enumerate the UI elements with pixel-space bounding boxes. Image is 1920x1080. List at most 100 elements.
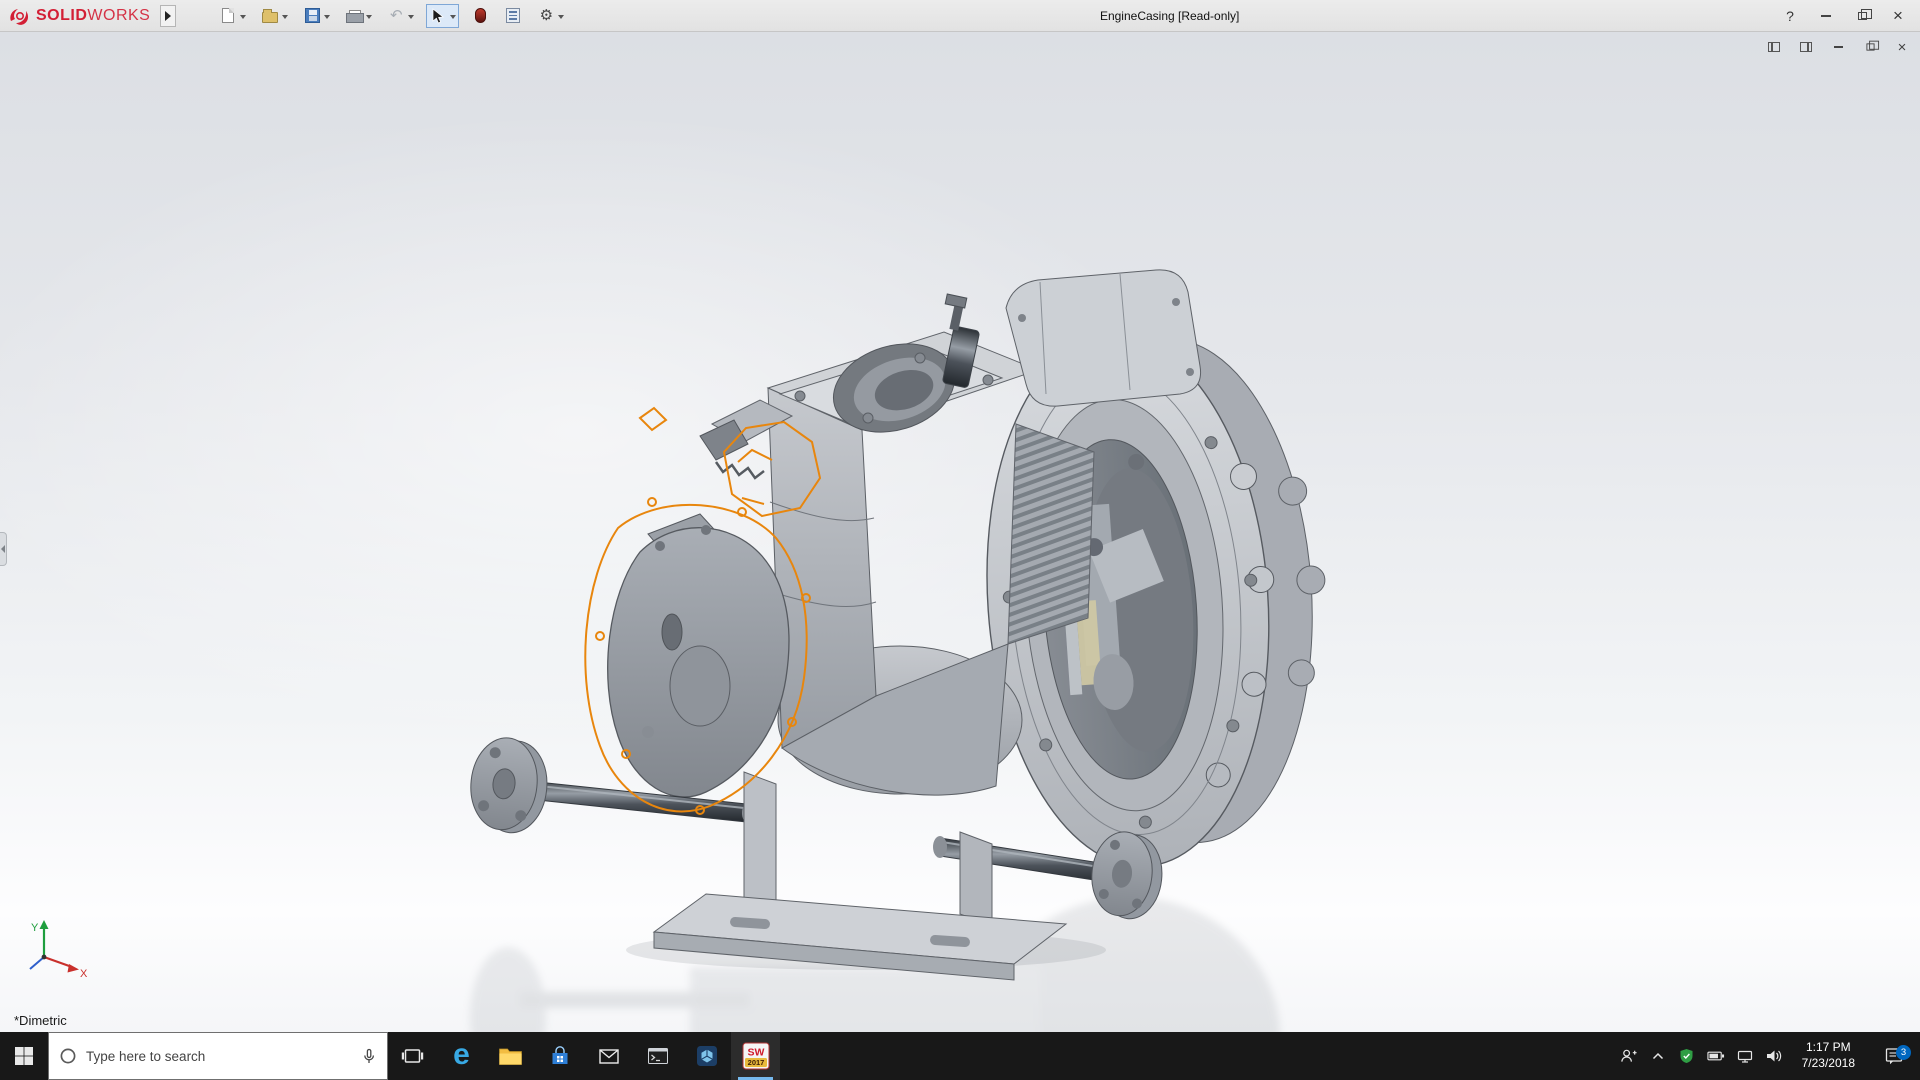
open-button[interactable] xyxy=(258,4,291,28)
network-icon xyxy=(1736,1049,1754,1064)
chevron-down-icon[interactable] xyxy=(324,15,330,19)
edrawings-button[interactable] xyxy=(682,1032,731,1080)
close-icon: × xyxy=(1898,40,1907,55)
system-tray: 1:17 PM 7/23/2018 3 xyxy=(1614,1032,1920,1080)
cooling-fins[interactable] xyxy=(1008,424,1094,644)
undo-button[interactable]: ↶ xyxy=(384,4,417,28)
file-properties-icon xyxy=(504,7,522,25)
taskbar: e xyxy=(0,1032,1920,1080)
new-document-icon xyxy=(219,7,237,25)
doc-minimize-button[interactable] xyxy=(1830,40,1846,54)
edge-icon: e xyxy=(453,1040,470,1070)
featuremanager-collapse-handle[interactable] xyxy=(0,532,7,566)
close-button[interactable]: × xyxy=(1880,1,1916,31)
chevron-down-icon[interactable] xyxy=(240,15,246,19)
store-button[interactable] xyxy=(535,1032,584,1080)
edge-button[interactable]: e xyxy=(437,1032,486,1080)
restore-icon xyxy=(1858,12,1867,20)
window-title: EngineCasing [Read-only] xyxy=(567,9,1772,23)
chevron-down-icon[interactable] xyxy=(450,15,456,19)
open-folder-icon xyxy=(261,7,279,25)
notification-badge: 3 xyxy=(1896,1045,1911,1060)
rebuild-button[interactable] xyxy=(468,4,492,28)
save-button[interactable] xyxy=(300,4,333,28)
mail-icon xyxy=(597,1045,621,1067)
save-icon xyxy=(303,7,321,25)
command-prompt-button[interactable] xyxy=(633,1032,682,1080)
minimize-button[interactable] xyxy=(1808,1,1844,31)
store-icon xyxy=(549,1045,571,1067)
select-tool-button[interactable] xyxy=(426,4,459,28)
view-orientation-label: *Dimetric xyxy=(14,1013,67,1028)
undo-icon: ↶ xyxy=(387,7,405,25)
battery-button[interactable] xyxy=(1707,1047,1725,1065)
clock-time: 1:17 PM xyxy=(1806,1040,1851,1056)
solidworks-icon-text: SW xyxy=(747,1047,764,1059)
quick-access-toolbar: ↶ ⚙ xyxy=(216,4,567,28)
windows-logo-icon xyxy=(14,1046,34,1066)
task-view-button[interactable] xyxy=(388,1032,437,1080)
solidworks-wordmark: SOLIDWORKS xyxy=(36,7,150,25)
taskbar-clock[interactable]: 1:17 PM 7/23/2018 xyxy=(1794,1040,1863,1071)
rear-cover[interactable] xyxy=(1006,270,1201,406)
window-controls: ? × xyxy=(1772,1,1916,31)
doc-restore-button[interactable] xyxy=(1862,40,1878,54)
desktop: SOLIDWORKS ↶ xyxy=(0,0,1920,1080)
chevron-down-icon[interactable] xyxy=(282,15,288,19)
people-icon xyxy=(1620,1047,1638,1065)
battery-icon xyxy=(1707,1049,1725,1063)
triad-y-label: Y xyxy=(31,922,39,934)
chevron-down-icon[interactable] xyxy=(408,15,414,19)
side-cover-plate[interactable] xyxy=(608,514,789,797)
help-button[interactable]: ? xyxy=(1772,1,1808,31)
volume-button[interactable] xyxy=(1765,1047,1783,1065)
search-input[interactable] xyxy=(86,1049,352,1064)
rebuild-icon xyxy=(471,7,489,25)
file-explorer-button[interactable] xyxy=(486,1032,535,1080)
chevron-down-icon[interactable] xyxy=(366,15,372,19)
volume-icon xyxy=(1765,1048,1783,1064)
right-pane-button[interactable] xyxy=(1798,40,1814,54)
restore-button[interactable] xyxy=(1844,1,1880,31)
cortana-icon xyxy=(59,1047,77,1065)
collapse-arrow-icon xyxy=(1,545,5,553)
taskbar-empty-area xyxy=(780,1032,1614,1080)
chevron-down-icon[interactable] xyxy=(558,15,564,19)
print-icon xyxy=(345,7,363,25)
solidworks-logo[interactable]: SOLIDWORKS xyxy=(8,6,150,26)
solidworks-taskbar-button[interactable]: SW 2017 xyxy=(731,1032,780,1080)
new-document-button[interactable] xyxy=(216,4,249,28)
left-pane-button[interactable] xyxy=(1766,40,1782,54)
menu-flyout-button[interactable] xyxy=(160,5,176,27)
start-button[interactable] xyxy=(0,1032,48,1080)
shield-icon xyxy=(1679,1048,1694,1064)
minimize-icon xyxy=(1834,46,1843,48)
chevron-up-icon xyxy=(1650,1048,1666,1064)
network-button[interactable] xyxy=(1736,1047,1754,1065)
orientation-triad[interactable]: Y X xyxy=(12,915,96,992)
mail-button[interactable] xyxy=(584,1032,633,1080)
engine-casing-model[interactable] xyxy=(0,32,1920,1032)
right-pane-icon xyxy=(1800,42,1812,52)
minimize-icon xyxy=(1821,15,1831,17)
tray-overflow-button[interactable] xyxy=(1649,1047,1667,1065)
doc-close-button[interactable]: × xyxy=(1894,40,1910,54)
microphone-icon[interactable] xyxy=(361,1048,377,1065)
left-pane-icon xyxy=(1768,42,1780,52)
solidworks-app-icon: SW 2017 xyxy=(742,1042,770,1070)
defender-button[interactable] xyxy=(1678,1047,1696,1065)
task-view-icon xyxy=(401,1045,424,1067)
print-button[interactable] xyxy=(342,4,375,28)
taskbar-search[interactable] xyxy=(48,1032,388,1080)
solidworks-mark-icon xyxy=(8,6,32,26)
file-explorer-icon xyxy=(498,1045,523,1067)
graphics-viewport[interactable]: × xyxy=(0,32,1920,1032)
options-button[interactable]: ⚙ xyxy=(534,4,567,28)
document-window-controls: × xyxy=(1766,40,1910,54)
titlebar: SOLIDWORKS ↶ xyxy=(0,0,1920,32)
restore-icon xyxy=(1866,43,1874,50)
file-properties-button[interactable] xyxy=(501,4,525,28)
action-center-button[interactable]: 3 xyxy=(1874,1046,1914,1066)
people-button[interactable] xyxy=(1620,1047,1638,1065)
select-cursor-icon xyxy=(429,7,447,25)
